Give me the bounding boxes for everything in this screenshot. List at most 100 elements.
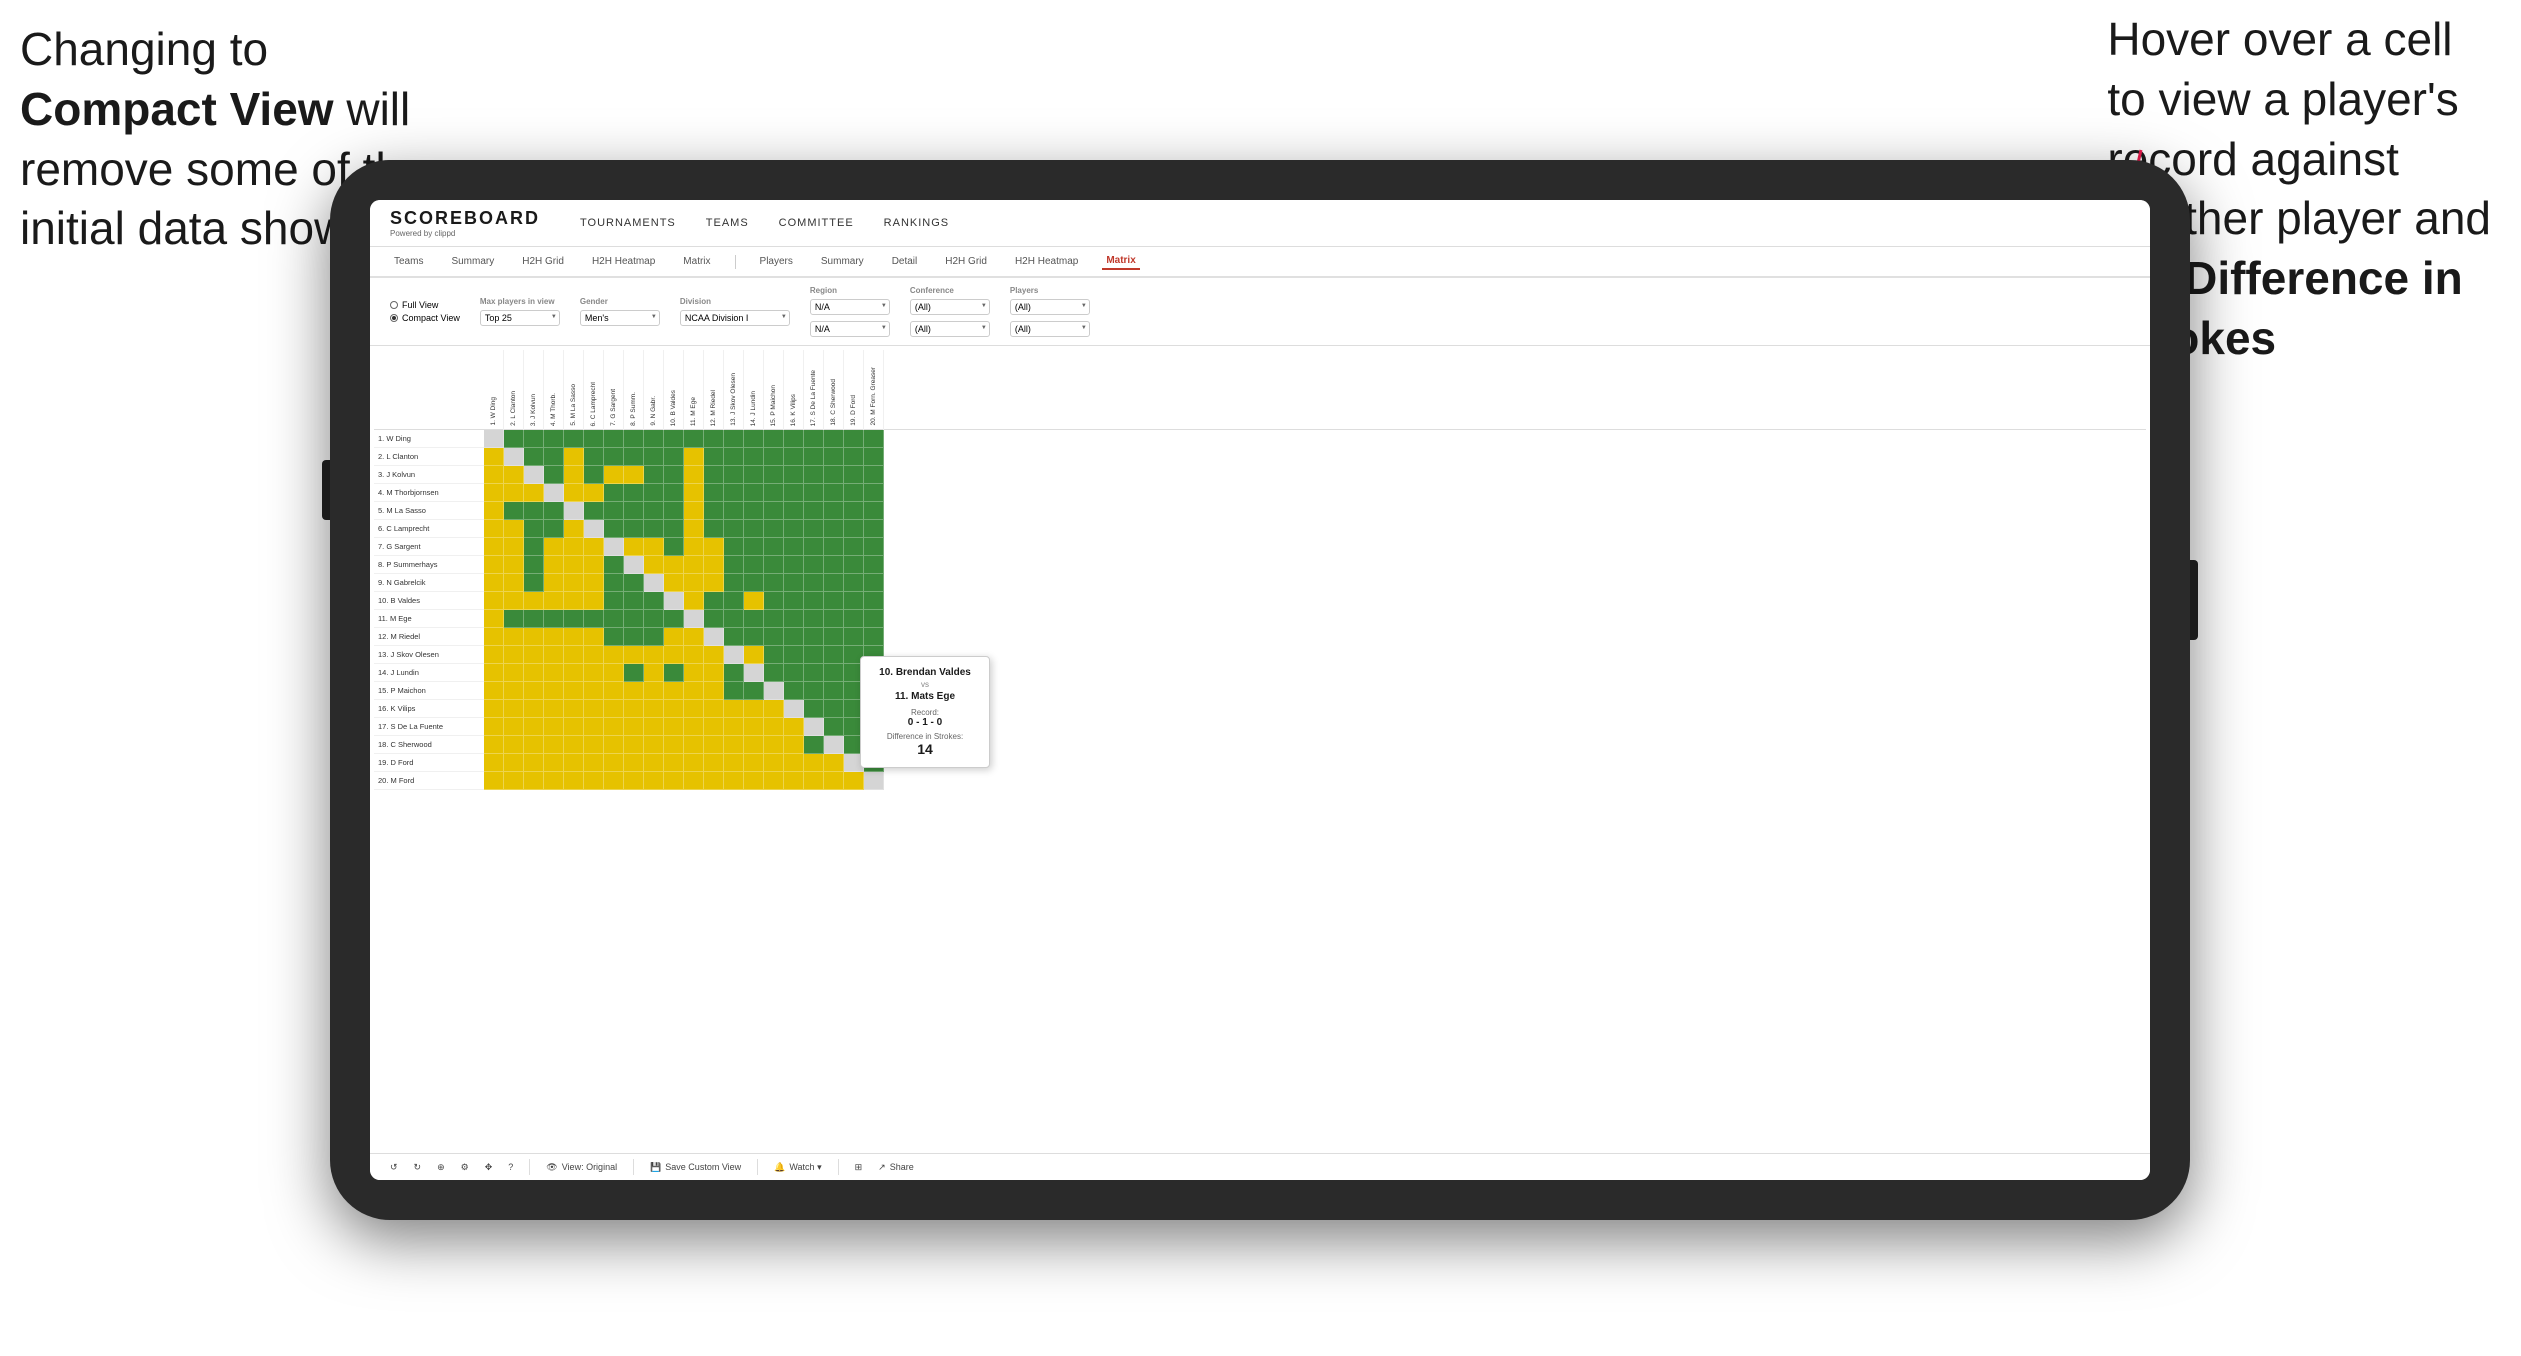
grid-cell[interactable] — [804, 430, 824, 448]
grid-cell[interactable] — [524, 430, 544, 448]
grid-cell[interactable] — [584, 574, 604, 592]
grid-cell[interactable] — [664, 772, 684, 790]
grid-cell[interactable] — [664, 556, 684, 574]
grid-cell[interactable] — [564, 574, 584, 592]
grid-cell[interactable] — [744, 682, 764, 700]
grid-cell[interactable] — [864, 520, 884, 538]
grid-cell[interactable] — [784, 682, 804, 700]
grid-cell[interactable] — [724, 700, 744, 718]
grid-cell[interactable] — [584, 628, 604, 646]
grid-cell[interactable] — [684, 430, 704, 448]
grid-cell[interactable] — [664, 736, 684, 754]
grid-cell[interactable] — [544, 772, 564, 790]
grid-cell[interactable] — [764, 502, 784, 520]
settings-button[interactable]: ⚙ — [461, 1162, 469, 1173]
grid-cell[interactable] — [844, 502, 864, 520]
grid-cell[interactable] — [764, 754, 784, 772]
grid-cell[interactable] — [864, 466, 884, 484]
grid-cell[interactable] — [784, 736, 804, 754]
grid-cell[interactable] — [504, 484, 524, 502]
grid-cell[interactable] — [504, 592, 524, 610]
grid-cell[interactable] — [704, 736, 724, 754]
subnav-h2hheatmap2[interactable]: H2H Heatmap — [1011, 254, 1082, 269]
grid-cell[interactable] — [604, 448, 624, 466]
grid-cell[interactable] — [684, 646, 704, 664]
grid-cell[interactable] — [864, 430, 884, 448]
grid-cell[interactable] — [844, 574, 864, 592]
grid-cell[interactable] — [524, 502, 544, 520]
grid-cell[interactable] — [764, 430, 784, 448]
grid-cell[interactable] — [824, 574, 844, 592]
subnav-matrix2[interactable]: Matrix — [1102, 253, 1139, 270]
grid-cell[interactable] — [764, 592, 784, 610]
grid-cell[interactable] — [624, 718, 644, 736]
grid-cell[interactable] — [724, 556, 744, 574]
grid-cell[interactable] — [624, 772, 644, 790]
grid-cell[interactable] — [724, 466, 744, 484]
grid-cell[interactable] — [744, 538, 764, 556]
grid-cell[interactable] — [784, 700, 804, 718]
grid-cell[interactable] — [504, 664, 524, 682]
grid-cell[interactable] — [564, 430, 584, 448]
grid-cell[interactable] — [664, 718, 684, 736]
grid-cell[interactable] — [724, 646, 744, 664]
grid-cell[interactable] — [844, 556, 864, 574]
grid-cell[interactable] — [604, 772, 624, 790]
grid-cell[interactable] — [784, 448, 804, 466]
grid-cell[interactable] — [784, 664, 804, 682]
grid-cell[interactable] — [544, 520, 564, 538]
grid-cell[interactable] — [644, 718, 664, 736]
grid-cell[interactable] — [844, 520, 864, 538]
max-players-select[interactable]: Top 25 — [480, 310, 560, 326]
grid-cell[interactable] — [604, 718, 624, 736]
grid-cell[interactable] — [864, 628, 884, 646]
grid-cell[interactable] — [704, 772, 724, 790]
grid-cell[interactable] — [504, 502, 524, 520]
grid-cell[interactable] — [704, 448, 724, 466]
grid-cell[interactable] — [684, 592, 704, 610]
grid-cell[interactable] — [644, 664, 664, 682]
grid-cell[interactable] — [764, 520, 784, 538]
grid-cell[interactable] — [524, 592, 544, 610]
grid-cell[interactable] — [584, 700, 604, 718]
grid-cell[interactable] — [784, 466, 804, 484]
grid-cell[interactable] — [544, 754, 564, 772]
grid-cell[interactable] — [544, 736, 564, 754]
grid-cell[interactable] — [544, 574, 564, 592]
grid-cell[interactable] — [764, 574, 784, 592]
grid-cell[interactable] — [524, 538, 544, 556]
grid-cell[interactable] — [644, 700, 664, 718]
grid-cell[interactable] — [644, 682, 664, 700]
compact-view-option[interactable]: Compact View — [390, 313, 460, 323]
grid-cell[interactable] — [684, 700, 704, 718]
grid-cell[interactable] — [804, 574, 824, 592]
grid-cell[interactable] — [504, 682, 524, 700]
grid-cell[interactable] — [824, 754, 844, 772]
grid-cell[interactable] — [584, 664, 604, 682]
grid-cell[interactable] — [664, 754, 684, 772]
grid-cell[interactable] — [764, 484, 784, 502]
grid-cell[interactable] — [484, 448, 504, 466]
grid-cell[interactable] — [804, 610, 824, 628]
grid-cell[interactable] — [604, 484, 624, 502]
grid-cell[interactable] — [644, 466, 664, 484]
grid-cell[interactable] — [584, 682, 604, 700]
grid-cell[interactable] — [584, 538, 604, 556]
grid-cell[interactable] — [764, 646, 784, 664]
grid-cell[interactable] — [624, 736, 644, 754]
grid-cell[interactable] — [724, 502, 744, 520]
grid-cell[interactable] — [504, 556, 524, 574]
nav-teams[interactable]: TEAMS — [706, 217, 749, 229]
grid-cell[interactable] — [744, 646, 764, 664]
grid-cell[interactable] — [504, 754, 524, 772]
grid-cell[interactable] — [764, 718, 784, 736]
compact-view-radio[interactable] — [390, 314, 398, 322]
grid-cell[interactable] — [564, 466, 584, 484]
grid-cell[interactable] — [684, 682, 704, 700]
grid-cell[interactable] — [484, 430, 504, 448]
grid-cell[interactable] — [484, 736, 504, 754]
grid-cell[interactable] — [524, 682, 544, 700]
subnav-summary2[interactable]: Summary — [817, 254, 868, 269]
grid-cell[interactable] — [484, 610, 504, 628]
grid-cell[interactable] — [584, 430, 604, 448]
